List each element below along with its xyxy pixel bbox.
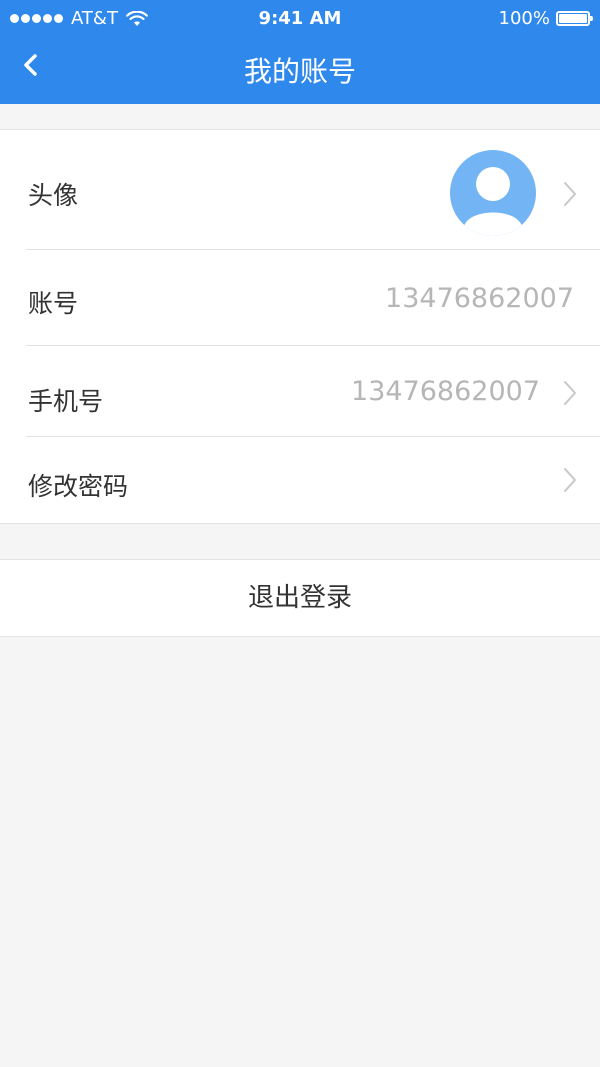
status-right: 100% — [498, 8, 593, 29]
chevron-right-icon — [564, 468, 576, 492]
account-info-group: 头像 账号 13476862007 手机号 13476862007 修改密码 — [0, 129, 600, 524]
avatar[interactable] — [450, 150, 536, 236]
account-label: 账号 — [28, 289, 79, 318]
account-value: 13476862007 — [385, 283, 574, 314]
battery-icon — [556, 11, 593, 26]
battery-cap — [590, 16, 593, 21]
chevron-right-icon — [564, 381, 576, 405]
phone-label: 手机号 — [28, 387, 104, 416]
user-icon — [464, 167, 522, 236]
change-password-row[interactable]: 修改密码 — [26, 437, 600, 523]
phone-value: 13476862007 — [351, 376, 540, 407]
avatar-row[interactable]: 头像 — [26, 130, 600, 250]
status-bar: AT&T 9:41 AM 100% — [0, 0, 600, 38]
app-header: AT&T 9:41 AM 100% 我的账号 — [0, 0, 600, 104]
page-title: 我的账号 — [243, 55, 356, 88]
battery-percent: 100% — [498, 8, 550, 29]
chevron-right-icon — [564, 182, 576, 206]
phone-row[interactable]: 手机号 13476862007 — [26, 346, 600, 437]
nav-bar: 我的账号 — [0, 38, 600, 104]
avatar-label: 头像 — [28, 181, 79, 210]
battery-fill — [559, 14, 587, 23]
change-password-label: 修改密码 — [28, 472, 129, 501]
logout-button[interactable]: 退出登录 — [0, 559, 600, 637]
account-row: 账号 13476862007 — [26, 250, 600, 346]
